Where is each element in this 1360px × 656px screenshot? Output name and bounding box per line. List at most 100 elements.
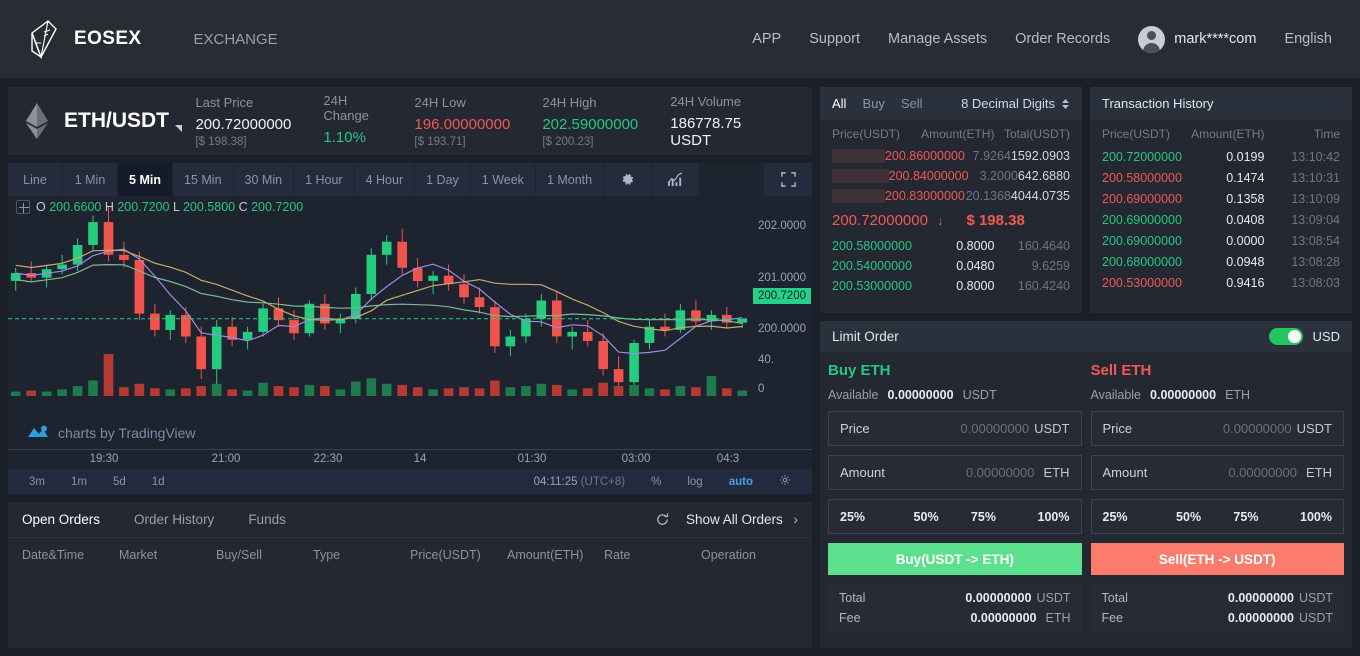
buy-amount-field[interactable]: Amount 0.00000000 ETH <box>828 455 1082 490</box>
timeframe-1day[interactable]: 1 Day <box>415 163 470 196</box>
buy-submit-button[interactable]: Buy(USDT -> ETH) <box>828 543 1082 575</box>
timeframe-5min[interactable]: 5 Min <box>118 163 172 196</box>
sell-pct-100[interactable]: 100% <box>1275 510 1343 524</box>
trade-amount: 0.1474 <box>1226 170 1265 185</box>
ask-total: 642.6880 <box>1017 169 1070 183</box>
tab-open-orders[interactable]: Open Orders <box>22 512 100 527</box>
timeframe-1hour[interactable]: 1 Hour <box>294 163 354 196</box>
col-amount: Amount(ETH) <box>1191 127 1265 141</box>
chart-settings-button[interactable] <box>604 163 652 196</box>
col-time: Time <box>1313 127 1341 141</box>
sell-submit-button[interactable]: Sell(ETH -> USDT) <box>1090 543 1344 575</box>
trade-time: 13:08:03 <box>1291 275 1341 290</box>
book-tab-sell[interactable]: Sell <box>901 96 923 111</box>
stat-last-price: Last Price 200.72000000 [$ 198.38] <box>195 95 291 148</box>
range-3m[interactable]: 3m <box>16 476 58 488</box>
ask-row[interactable]: 200.84000000 3.2000 642.6880 <box>820 166 1082 186</box>
chart-bottom-settings-button[interactable] <box>766 474 804 489</box>
nav-link-app[interactable]: APP <box>752 31 781 47</box>
ticker-panel: ETH/USDT Last Price 200.72000000 [$ 198.… <box>8 87 812 155</box>
nav-exchange-label[interactable]: EXCHANGE <box>193 31 277 48</box>
sell-pct-75[interactable]: 75% <box>1217 510 1274 524</box>
chart-indicators-button[interactable] <box>652 163 700 196</box>
order-book-header: All Buy Sell 8 Decimal Digits <box>820 87 1082 120</box>
ask-row[interactable]: 200.83000000 20.1368 4044.0735 <box>820 186 1082 206</box>
stat-label: 24H Low <box>414 94 466 110</box>
brand-logo-group[interactable]: EOSEX <box>28 19 141 59</box>
tab-funds[interactable]: Funds <box>248 512 286 527</box>
scale-auto[interactable]: auto <box>716 476 766 488</box>
language-selector[interactable]: English <box>1284 31 1332 47</box>
ask-row[interactable]: 200.86000000 7.9264 1592.0903 <box>820 146 1082 166</box>
bid-amount: 0.8000 <box>956 239 995 253</box>
book-tab-all[interactable]: All <box>832 96 846 111</box>
col-rate: Rate <box>604 548 631 562</box>
gear-icon <box>622 173 634 185</box>
stat-24h-high: 24H High 202.59000000 [$ 200.23] <box>542 95 638 148</box>
sell-pct-50[interactable]: 50% <box>1160 510 1217 524</box>
chart-canvas[interactable]: O 200.6600 H 200.7200 L 200.5800 C 200.7… <box>8 196 812 449</box>
buy-pct-50[interactable]: 50% <box>897 510 954 524</box>
refresh-icon[interactable] <box>655 512 670 527</box>
trade-amount: 0.9416 <box>1226 275 1265 290</box>
history-row: 200.69000000 0.0408 13:09:04 <box>1090 209 1352 230</box>
nav-link-support[interactable]: Support <box>809 31 860 47</box>
pair-selector[interactable]: ETH/USDT <box>24 102 195 140</box>
buy-pct-25[interactable]: 25% <box>829 510 897 524</box>
trade-price: 200.69000000 <box>1102 212 1182 227</box>
timeframe-1week[interactable]: 1 Week <box>470 163 535 196</box>
trade-time: 13:10:42 <box>1291 149 1341 164</box>
range-1d[interactable]: 1d <box>139 476 178 488</box>
scale-percent[interactable]: % <box>638 476 674 488</box>
timeframe-30min[interactable]: 30 Min <box>233 163 294 196</box>
range-1m[interactable]: 1m <box>58 476 100 488</box>
nav-link-manage-assets[interactable]: Manage Assets <box>888 31 987 47</box>
chevron-updown-icon <box>1062 98 1069 109</box>
sell-price-field[interactable]: Price 0.00000000 USDT <box>1090 411 1344 446</box>
timeframe-4hour[interactable]: 4 Hour <box>354 163 415 196</box>
bid-total: 9.6259 <box>1031 259 1071 273</box>
trade-price: 200.69000000 <box>1102 233 1182 248</box>
orders-actions: Show All Orders › <box>655 512 798 527</box>
buy-percent-group: 25% 50% 75% 100% <box>828 499 1082 534</box>
bid-row[interactable]: 200.54000000 0.0480 9.6259 <box>820 256 1082 276</box>
timeframe-1min[interactable]: 1 Min <box>63 163 117 196</box>
timeframe-15min[interactable]: 15 Min <box>173 163 233 196</box>
ohlc-h-value: 200.7200 <box>117 200 170 214</box>
book-tab-buy[interactable]: Buy <box>862 96 884 111</box>
nav-link-order-records[interactable]: Order Records <box>1015 31 1110 47</box>
trade-price: 200.72000000 <box>1102 149 1182 164</box>
ethereum-icon <box>26 103 48 139</box>
fee-unit: ETH <box>1045 611 1071 625</box>
field-unit: ETH <box>1043 465 1070 480</box>
usd-display-toggle[interactable] <box>1268 328 1303 345</box>
legend-expand-icon[interactable] <box>16 200 30 214</box>
scale-log[interactable]: log <box>674 476 715 488</box>
decimal-digits-selector[interactable]: 8 Decimal Digits <box>961 96 1070 111</box>
toolbar-spacer <box>700 163 763 196</box>
range-5d[interactable]: 5d <box>100 476 139 488</box>
field-placeholder: 0.00000000 <box>1222 421 1292 436</box>
order-type-label[interactable]: Limit Order <box>832 329 899 344</box>
bid-price: 200.54000000 <box>832 259 912 273</box>
timeframe-1month[interactable]: 1 Month <box>535 163 604 196</box>
user-menu[interactable]: mark****com <box>1138 25 1256 53</box>
buy-pct-100[interactable]: 100% <box>1012 510 1080 524</box>
tradingview-attribution[interactable]: charts by TradingView <box>26 424 195 441</box>
ohlc-c-value: 200.7200 <box>251 200 304 214</box>
show-all-orders-button[interactable]: Show All Orders › <box>686 512 798 527</box>
sell-amount-field[interactable]: Amount 0.00000000 ETH <box>1090 455 1344 490</box>
bid-row[interactable]: 200.53000000 0.8000 160.4240 <box>820 276 1082 296</box>
indicator-chart-icon <box>667 172 683 187</box>
pair-dropdown-caret-icon[interactable] <box>175 125 182 132</box>
trade-time: 13:08:54 <box>1291 233 1341 248</box>
buy-pct-75[interactable]: 75% <box>955 510 1012 524</box>
tab-order-history[interactable]: Order History <box>134 512 214 527</box>
buy-price-field[interactable]: Price 0.00000000 USDT <box>828 411 1082 446</box>
chart-fullscreen-button[interactable] <box>764 163 812 196</box>
transaction-history-title: Transaction History <box>1090 87 1352 120</box>
right-column: All Buy Sell 8 Decimal Digits Price(USDT… <box>820 87 1352 648</box>
sell-pct-25[interactable]: 25% <box>1092 510 1160 524</box>
bid-row[interactable]: 200.58000000 0.8000 160.4640 <box>820 236 1082 256</box>
timeframe-line[interactable]: Line <box>8 163 62 196</box>
